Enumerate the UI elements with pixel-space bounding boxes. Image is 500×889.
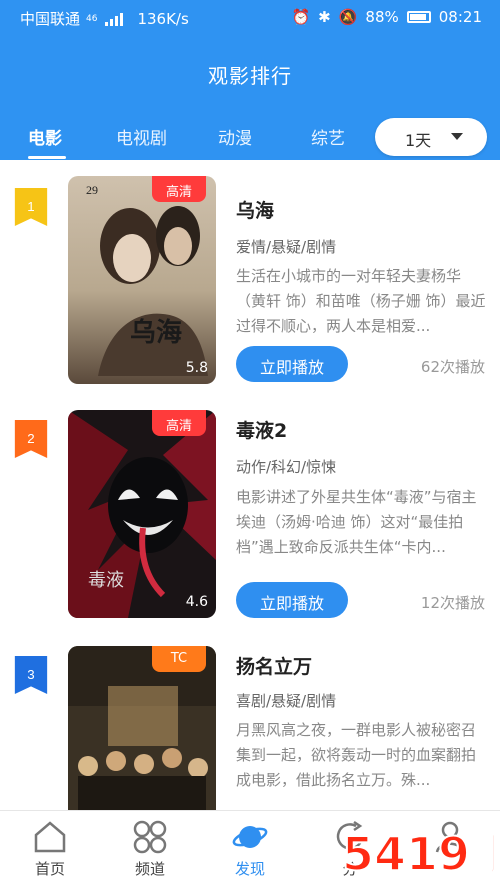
- rating-score: 4.6: [185, 594, 208, 610]
- rank-number: 3: [27, 667, 34, 682]
- movie-genre: 喜剧/悬疑/剧情: [236, 692, 337, 710]
- quality-badge: TC: [152, 646, 206, 672]
- tab-movie[interactable]: 电影: [28, 124, 62, 149]
- play-button[interactable]: 立即播放: [236, 582, 348, 618]
- movie-title[interactable]: 毒液2: [236, 416, 287, 443]
- net-speed: 136K/s: [137, 9, 189, 28]
- poster-image: 毒液: [68, 410, 216, 618]
- page-title: 观影排行: [208, 64, 292, 88]
- tab-variety[interactable]: 综艺: [311, 124, 345, 149]
- network-type: 46: [86, 13, 98, 24]
- watermark-text: 5419手游网: [342, 827, 500, 881]
- list-item[interactable]: 1 29 乌海 高清 5.8 乌海 爱情/悬疑/剧情 生活在小城市的一对年轻夫妻…: [0, 176, 500, 406]
- tab-tv[interactable]: 电视剧: [116, 124, 167, 149]
- rank-ribbon-1: 1: [14, 188, 48, 226]
- carrier: 中国联通: [20, 10, 81, 28]
- quality-badge: 高清: [152, 410, 206, 436]
- list-item[interactable]: 2 毒液 高清 4.6 毒液2 动作/科幻/惊悚 电影讲述了外星共生体“毒液”与…: [0, 410, 500, 640]
- play-count: 12次播放: [420, 594, 485, 612]
- time-range-dropdown[interactable]: 1天: [375, 118, 487, 156]
- rank-ribbon-3: 3: [14, 656, 48, 694]
- site-watermark-logo: 5419手游网: [341, 826, 500, 882]
- grid-icon: [133, 820, 167, 854]
- nav-discover[interactable]: 发现: [200, 811, 300, 889]
- nav-label: 发现: [234, 860, 265, 878]
- time-range-value: 1天: [405, 131, 432, 150]
- battery-icon: [406, 11, 431, 23]
- ranking-list: 1 29 乌海 高清 5.8 乌海 爱情/悬疑/剧情 生活在小城市的一对年轻夫妻…: [0, 160, 500, 810]
- home-icon: [34, 821, 66, 853]
- battery-percent: 88%: [365, 8, 399, 26]
- nav-home[interactable]: 首页: [0, 811, 100, 889]
- nav-label: 频道: [134, 860, 165, 878]
- poster-image: 29 乌海: [68, 176, 216, 384]
- poster-date: 29: [86, 183, 98, 197]
- quality-badge: 高清: [152, 176, 206, 202]
- movie-genre: 爱情/悬疑/剧情: [236, 238, 337, 256]
- movie-title[interactable]: 扬名立万: [236, 652, 312, 679]
- play-count: 62次播放: [420, 358, 485, 376]
- poster-wuhai[interactable]: 29 乌海 高清 5.8: [68, 176, 216, 384]
- rating-score: 5.8: [185, 360, 208, 376]
- poster-title: 乌海: [130, 317, 182, 348]
- status-bar: 中国联通 46 136K/s ⏰ ✱ 🔕 88% 08:21: [0, 0, 500, 34]
- poster-venom2[interactable]: 毒液 高清 4.6: [68, 410, 216, 618]
- clock: 08:21: [438, 8, 482, 26]
- movie-description: 生活在小城市的一对年轻夫妻杨华（黄轩 饰）和苗唯（杨子姗 饰）最近过得不顺心，两…: [236, 267, 486, 335]
- nav-label: 首页: [34, 860, 65, 878]
- rank-number: 2: [27, 431, 34, 446]
- status-left: 中国联通 46 136K/s: [20, 8, 189, 29]
- movie-title[interactable]: 乌海: [236, 196, 274, 223]
- nav-channel[interactable]: 频道: [100, 811, 200, 889]
- alarm-icon: ⏰: [291, 8, 311, 26]
- poster-title: 毒液: [88, 570, 124, 591]
- play-button[interactable]: 立即播放: [236, 346, 348, 382]
- rank-ribbon-2: 2: [14, 420, 48, 458]
- movie-description: 电影讲述了外星共生体“毒液”与宿主埃迪（汤姆·哈迪 饰）这对“最佳拍档”遇上致命…: [236, 488, 477, 556]
- movie-genre: 动作/科幻/惊悚: [236, 458, 337, 476]
- rank-number: 1: [27, 199, 34, 214]
- tab-anime[interactable]: 动漫: [218, 124, 252, 149]
- mute-icon: 🔕: [338, 8, 358, 26]
- app-screen: 中国联通 46 136K/s ⏰ ✱ 🔕 88% 08:21 观影排行 电影 电…: [0, 0, 500, 889]
- bluetooth-icon: ✱: [318, 8, 331, 26]
- poster-yangmingliwan[interactable]: TC: [68, 646, 216, 810]
- caret-down-icon: [451, 133, 463, 140]
- movie-description: 月黑风高之夜，一群电影人被秘密召集到一起，欲将轰动一时的血案翻拍成电影，借此扬名…: [236, 721, 477, 789]
- planet-icon: [232, 826, 268, 848]
- signal-icon: [105, 12, 124, 26]
- header-bar: 中国联通 46 136K/s ⏰ ✱ 🔕 88% 08:21 观影排行 电影 电…: [0, 0, 500, 160]
- status-right: ⏰ ✱ 🔕 88% 08:21: [291, 8, 482, 26]
- active-tab-indicator: [28, 156, 66, 159]
